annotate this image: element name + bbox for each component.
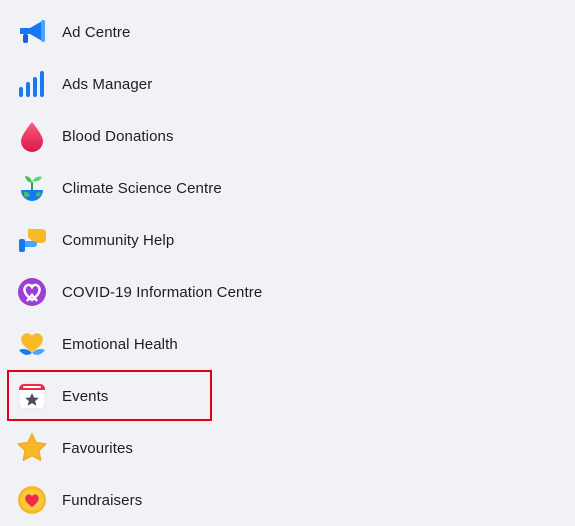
menu-item-label: Events xyxy=(62,387,109,405)
menu-item-label: Ad Centre xyxy=(62,23,131,41)
menu-item-climate-science-centre[interactable]: Climate Science Centre xyxy=(8,162,568,214)
menu-item-label: Climate Science Centre xyxy=(62,179,222,197)
menu-item-ads-manager[interactable]: Ads Manager xyxy=(8,58,568,110)
menu-item-label: COVID-19 Information Centre xyxy=(62,283,263,301)
blood-drop-icon xyxy=(14,118,50,154)
calendar-star-icon xyxy=(14,378,50,414)
menu-item-events[interactable]: Events xyxy=(8,370,568,422)
shortcuts-menu: Ad Centre Ads Manager Blood Donations Cl… xyxy=(0,0,575,524)
menu-item-label: Community Help xyxy=(62,231,175,249)
menu-item-fundraisers[interactable]: Fundraisers xyxy=(8,474,568,526)
menu-item-blood-donations[interactable]: Blood Donations xyxy=(8,110,568,162)
menu-item-label: Blood Donations xyxy=(62,127,174,145)
globe-sprout-icon xyxy=(14,170,50,206)
menu-item-community-help[interactable]: Community Help xyxy=(8,214,568,266)
star-icon xyxy=(14,430,50,466)
heart-ribbon-icon xyxy=(14,274,50,310)
menu-item-emotional-health[interactable]: Emotional Health xyxy=(8,318,568,370)
menu-item-label: Favourites xyxy=(62,439,134,457)
heart-flower-icon xyxy=(14,326,50,362)
menu-item-ad-centre[interactable]: Ad Centre xyxy=(8,6,568,58)
helping-hand-icon xyxy=(14,222,50,258)
heart-coin-icon xyxy=(14,482,50,518)
menu-item-label: Emotional Health xyxy=(62,335,178,353)
menu-item-covid-19-information-centre[interactable]: COVID-19 Information Centre xyxy=(8,266,568,318)
megaphone-icon xyxy=(14,14,50,50)
menu-item-label: Ads Manager xyxy=(62,75,153,93)
bar-chart-icon xyxy=(14,66,50,102)
menu-item-favourites[interactable]: Favourites xyxy=(8,422,568,474)
menu-item-label: Fundraisers xyxy=(62,491,143,509)
